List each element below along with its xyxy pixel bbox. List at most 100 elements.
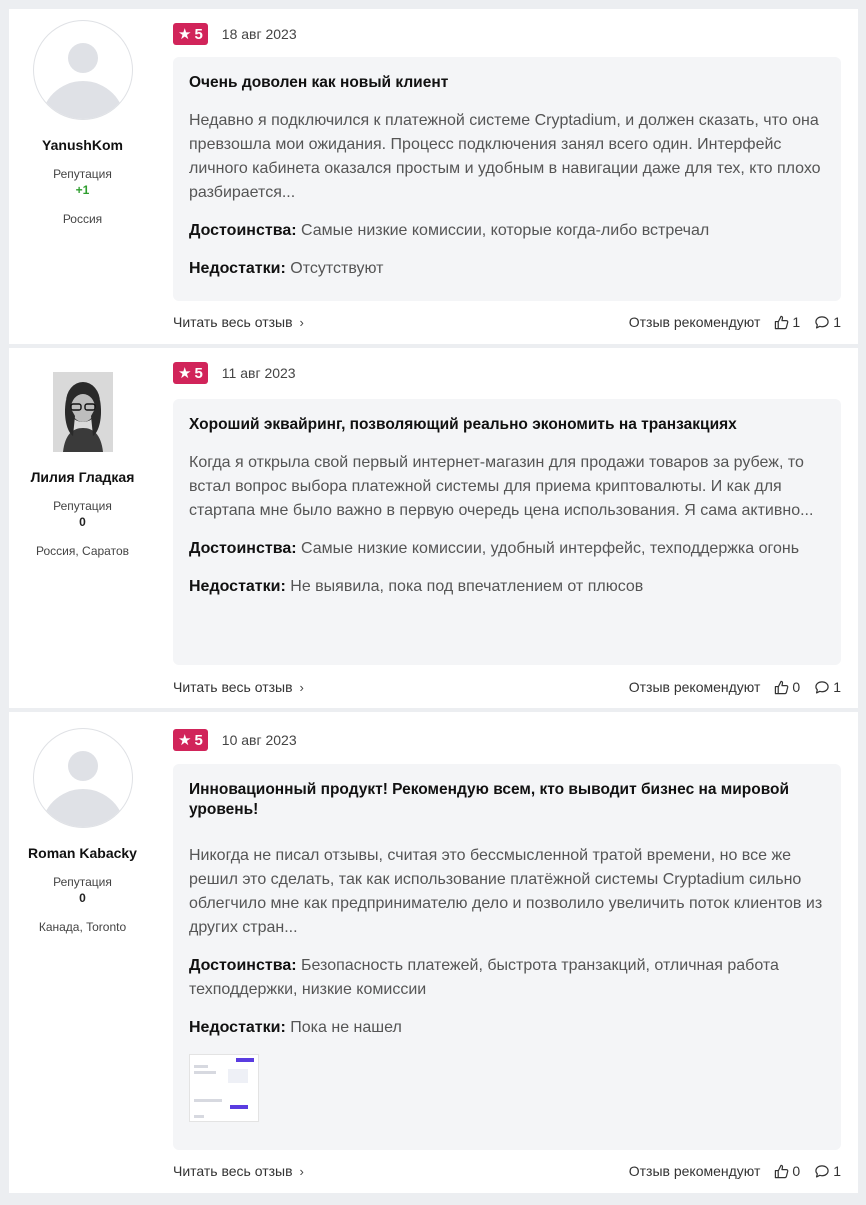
pros-text: Самые низкие комиссии, которые когда-либ… — [301, 222, 710, 239]
cons-label: Недостатки: — [189, 578, 286, 595]
cons-text: Пока не нашел — [290, 1019, 402, 1036]
user-avatar[interactable] — [52, 372, 113, 452]
review-footer: Читать весь отзыв › Отзыв рекомендуют 0 … — [173, 676, 841, 698]
review-item: Лилия Гладкая Репутация 0 Россия, Сарато… — [9, 348, 858, 708]
rating-value: 5 — [194, 25, 203, 43]
review-item: YanushKom Репутация +1 Россия ★ 5 18 авг… — [9, 9, 858, 344]
review-author: Лилия Гладкая Репутация 0 Россия, Сарато… — [9, 348, 156, 558]
comment-icon — [815, 315, 829, 329]
pros-label: Достоинства: — [189, 222, 297, 239]
review-footer: Читать весь отзыв › Отзыв рекомендуют 1 … — [173, 311, 841, 333]
chevron-right-icon: › — [299, 679, 304, 695]
rating-badge: ★ 5 — [173, 23, 208, 45]
read-more-link[interactable]: Читать весь отзыв › — [173, 1163, 304, 1179]
author-location: Россия — [62, 212, 103, 226]
review-text: Когда я открыла свой первый интернет-маг… — [189, 454, 814, 519]
avatar-photo — [52, 372, 113, 452]
like-count: 1 — [792, 314, 801, 330]
review-cons: Недостатки: Не выявила, пока под впечатл… — [189, 575, 825, 599]
review-date: 11 авг 2023 — [221, 365, 296, 381]
author-location: Канада, Toronto — [38, 920, 127, 934]
comment-count: 1 — [833, 314, 841, 330]
comment-icon — [815, 1164, 829, 1178]
cons-text: Отсутствуют — [290, 260, 384, 277]
reputation-label: Репутация — [53, 167, 112, 181]
review-pros: Достоинства: Самые низкие комиссии, кото… — [189, 219, 825, 243]
star-icon: ★ — [178, 25, 192, 43]
author-name[interactable]: Roman Kabacky — [9, 845, 156, 861]
review-title[interactable]: Инновационный продукт! Рекомендую всем, … — [189, 780, 825, 820]
review-meta: Отзыв рекомендуют 0 1 — [629, 1163, 841, 1179]
rating-badge: ★ 5 — [173, 362, 208, 384]
review-title[interactable]: Хороший эквайринг, позволяющий реально э… — [189, 415, 825, 435]
read-more-label: Читать весь отзыв — [173, 1163, 293, 1179]
read-more-label: Читать весь отзыв — [173, 679, 293, 695]
cons-label: Недостатки: — [189, 1019, 286, 1036]
reputation-value: +1 — [75, 183, 90, 197]
review-pros: Достоинства: Безопасность платежей, быст… — [189, 954, 825, 1002]
like-count: 0 — [792, 1163, 801, 1179]
default-avatar-icon[interactable] — [32, 20, 133, 120]
reputation-label: Репутация — [53, 499, 112, 513]
comment-count: 1 — [833, 1163, 841, 1179]
default-avatar-icon[interactable] — [32, 728, 133, 828]
author-name[interactable]: YanushKom — [9, 137, 156, 153]
recommend-label: Отзыв рекомендуют — [628, 1163, 761, 1179]
pros-label: Достоинства: — [189, 957, 297, 974]
read-more-link[interactable]: Читать весь отзыв › — [173, 314, 304, 330]
recommend-label: Отзыв рекомендуют — [628, 679, 761, 695]
chevron-right-icon: › — [299, 314, 304, 330]
like-button[interactable]: 0 — [774, 1163, 800, 1179]
like-button[interactable]: 0 — [774, 679, 800, 695]
review-text: Недавно я подключился к платежной систем… — [189, 112, 821, 201]
comment-button[interactable]: 1 — [814, 679, 841, 695]
review-header: ★ 5 18 авг 2023 — [173, 23, 297, 45]
review-date: 10 авг 2023 — [221, 732, 297, 748]
review-text: Никогда не писал отзывы, считая это бесс… — [189, 847, 823, 936]
comment-icon — [815, 680, 829, 694]
reviews-page: YanushKom Репутация +1 Россия ★ 5 18 авг… — [0, 0, 866, 1205]
review-card: Хороший эквайринг, позволяющий реально э… — [173, 399, 841, 665]
comment-button[interactable]: 1 — [814, 314, 841, 330]
star-icon: ★ — [178, 731, 192, 749]
attachment-thumbnail[interactable] — [189, 1054, 259, 1122]
review-meta: Отзыв рекомендуют 0 1 — [629, 679, 841, 695]
cons-text: Не выявила, пока под впечатлением от плю… — [290, 578, 644, 595]
reputation-value: 0 — [79, 891, 86, 905]
comment-count: 1 — [833, 679, 841, 695]
review-cons: Недостатки: Пока не нашел — [189, 1016, 825, 1040]
reputation-value: 0 — [79, 515, 86, 529]
thumbs-up-icon — [775, 315, 789, 329]
review-author: YanushKom Репутация +1 Россия — [9, 9, 156, 226]
review-title[interactable]: Очень доволен как новый клиент — [189, 73, 825, 93]
like-count: 0 — [792, 679, 801, 695]
read-more-label: Читать весь отзыв — [173, 314, 293, 330]
author-name[interactable]: Лилия Гладкая — [9, 469, 156, 485]
review-date: 18 авг 2023 — [221, 26, 297, 42]
pros-text: Самые низкие комиссии, удобный интерфейс… — [301, 540, 800, 557]
recommend-label: Отзыв рекомендуют — [628, 314, 761, 330]
review-card: Очень доволен как новый клиент Недавно я… — [173, 57, 841, 301]
thumbs-up-icon — [775, 1164, 789, 1178]
rating-badge: ★ 5 — [173, 729, 208, 751]
review-item: Roman Kabacky Репутация 0 Канада, Toront… — [9, 712, 858, 1193]
review-header: ★ 5 10 авг 2023 — [173, 729, 297, 751]
review-footer: Читать весь отзыв › Отзыв рекомендуют 0 … — [173, 1160, 841, 1182]
review-author: Roman Kabacky Репутация 0 Канада, Toront… — [9, 712, 156, 934]
chevron-right-icon: › — [299, 1163, 304, 1179]
comment-button[interactable]: 1 — [814, 1163, 841, 1179]
author-location: Россия, Саратов — [36, 544, 129, 558]
rating-value: 5 — [194, 731, 203, 749]
star-icon: ★ — [178, 364, 192, 382]
thumbs-up-icon — [775, 680, 789, 694]
read-more-link[interactable]: Читать весь отзыв › — [173, 679, 304, 695]
review-meta: Отзыв рекомендуют 1 1 — [629, 314, 841, 330]
reputation-label: Репутация — [53, 875, 112, 889]
like-button[interactable]: 1 — [774, 314, 800, 330]
cons-label: Недостатки: — [189, 260, 286, 277]
pros-label: Достоинства: — [189, 540, 297, 557]
review-cons: Недостатки: Отсутствуют — [189, 257, 825, 281]
review-header: ★ 5 11 авг 2023 — [173, 362, 296, 384]
review-card: Инновационный продукт! Рекомендую всем, … — [173, 764, 841, 1150]
review-pros: Достоинства: Самые низкие комиссии, удоб… — [189, 537, 825, 561]
